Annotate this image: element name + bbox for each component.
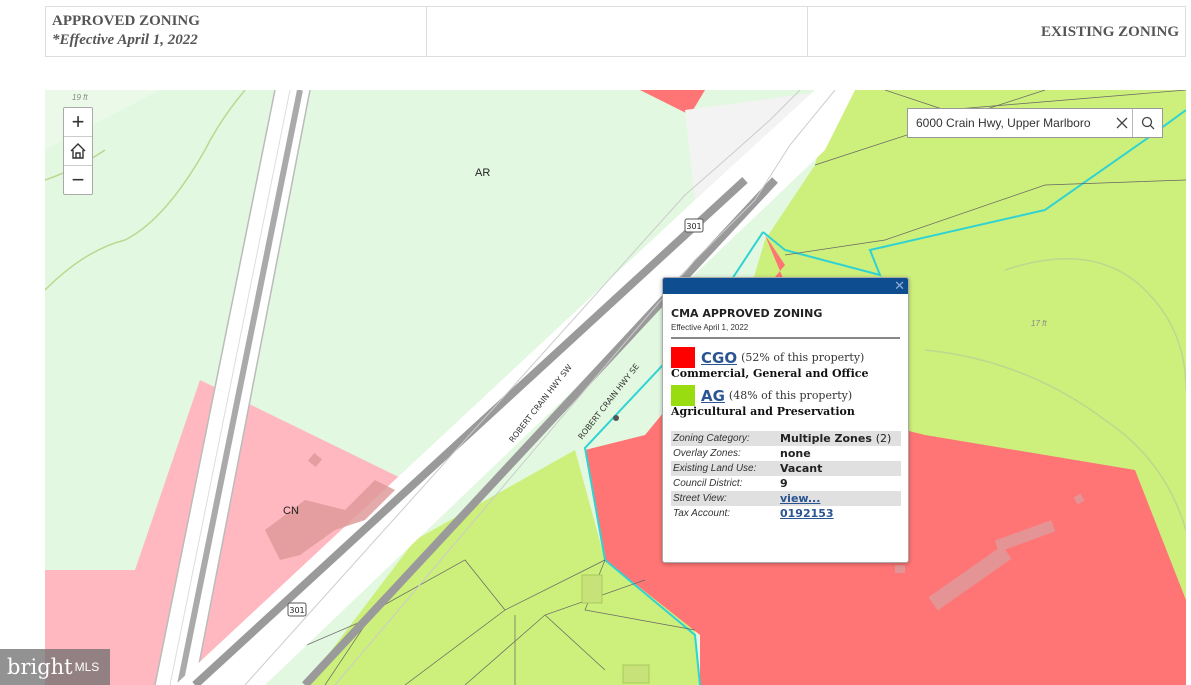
zone-entry-cgo: CGO (52% of this property) Commercial, G…: [671, 347, 900, 380]
existing-zoning-title: EXISTING ZONING: [1041, 24, 1179, 40]
search-button[interactable]: [1132, 109, 1162, 137]
watermark-suffix: MLS: [74, 660, 100, 674]
zoning-info-popup: ✕ CMA APPROVED ZONING Effective April 1,…: [662, 277, 909, 563]
zone-link-ag[interactable]: AG: [701, 387, 725, 405]
zone-entry-ag: AG (48% of this property) Agricultural a…: [671, 385, 900, 418]
zone-name-ag: Agricultural and Preservation: [671, 405, 855, 418]
street-view-link[interactable]: view...: [780, 492, 820, 505]
attr-row-overlay-zones: Overlay Zones: none: [673, 447, 811, 460]
zoom-out-button[interactable]: −: [64, 166, 92, 194]
zoning-map[interactable]: ROBERT CRAIN HWY SW ROBERT CRAIN HWY SE …: [45, 90, 1186, 685]
location-marker: [613, 415, 619, 421]
approved-zoning-title: APPROVED ZONING: [52, 13, 200, 29]
watermark-brand: bright: [7, 655, 73, 679]
popup-title: CMA APPROVED ZONING: [671, 307, 823, 320]
zone-name-cgo: Commercial, General and Office: [671, 367, 869, 380]
approved-zoning-header: APPROVED ZONING *Effective April 1, 2022: [46, 7, 427, 56]
route-shield-bottom: 301: [287, 602, 307, 617]
elevation-label-top-left: 19 ft: [72, 93, 88, 102]
address-search: [907, 108, 1163, 138]
home-icon: [70, 143, 86, 159]
zone-swatch-ag: [671, 385, 695, 406]
property-attributes-table: Zoning Category: Multiple Zones (2) Over…: [671, 431, 901, 521]
attr-row-zoning-category: Zoning Category: Multiple Zones (2): [671, 431, 901, 446]
bright-mls-watermark: bright MLS: [0, 649, 110, 685]
zone-percent-cgo: (52% of this property): [741, 351, 865, 364]
tax-account-link[interactable]: 0192153: [780, 507, 834, 520]
popup-subtitle: Effective April 1, 2022: [671, 323, 900, 339]
zone-percent-ag: (48% of this property): [728, 389, 853, 402]
clear-search-button[interactable]: [1111, 109, 1132, 137]
route-shield-top: 301: [684, 218, 704, 233]
search-icon: [1141, 116, 1155, 130]
zoom-in-button[interactable]: +: [64, 108, 92, 137]
zoom-out-icon: −: [71, 167, 85, 192]
zoom-in-icon: +: [71, 109, 85, 134]
zone-link-cgo[interactable]: CGO: [701, 349, 737, 367]
svg-text:301: 301: [686, 222, 701, 231]
popup-title-bar: ✕: [663, 278, 908, 294]
home-button[interactable]: [64, 137, 92, 166]
attr-row-street-view: Street View: view...: [671, 491, 901, 506]
attr-row-tax-account: Tax Account: 0192153: [673, 507, 834, 520]
attr-row-land-use: Existing Land Use: Vacant: [671, 461, 901, 476]
zone-label-cn: CN: [283, 505, 299, 517]
svg-text:301: 301: [289, 606, 304, 615]
header-blank-cell: [427, 7, 808, 56]
zoning-header-table: APPROVED ZONING *Effective April 1, 2022…: [45, 6, 1186, 57]
popup-close-button[interactable]: ✕: [894, 278, 905, 294]
elevation-label-right: 17 ft: [1031, 319, 1047, 328]
zone-swatch-cgo: [671, 347, 695, 368]
close-icon: [1116, 117, 1128, 129]
map-canvas[interactable]: ROBERT CRAIN HWY SW ROBERT CRAIN HWY SE …: [45, 90, 1186, 685]
zoom-control: + −: [63, 107, 93, 195]
approved-zoning-effective: *Effective April 1, 2022: [52, 32, 198, 48]
attr-row-council-district: Council District: 9: [673, 477, 788, 490]
search-input[interactable]: [908, 109, 1112, 137]
zone-label-ar: AR: [475, 167, 491, 179]
